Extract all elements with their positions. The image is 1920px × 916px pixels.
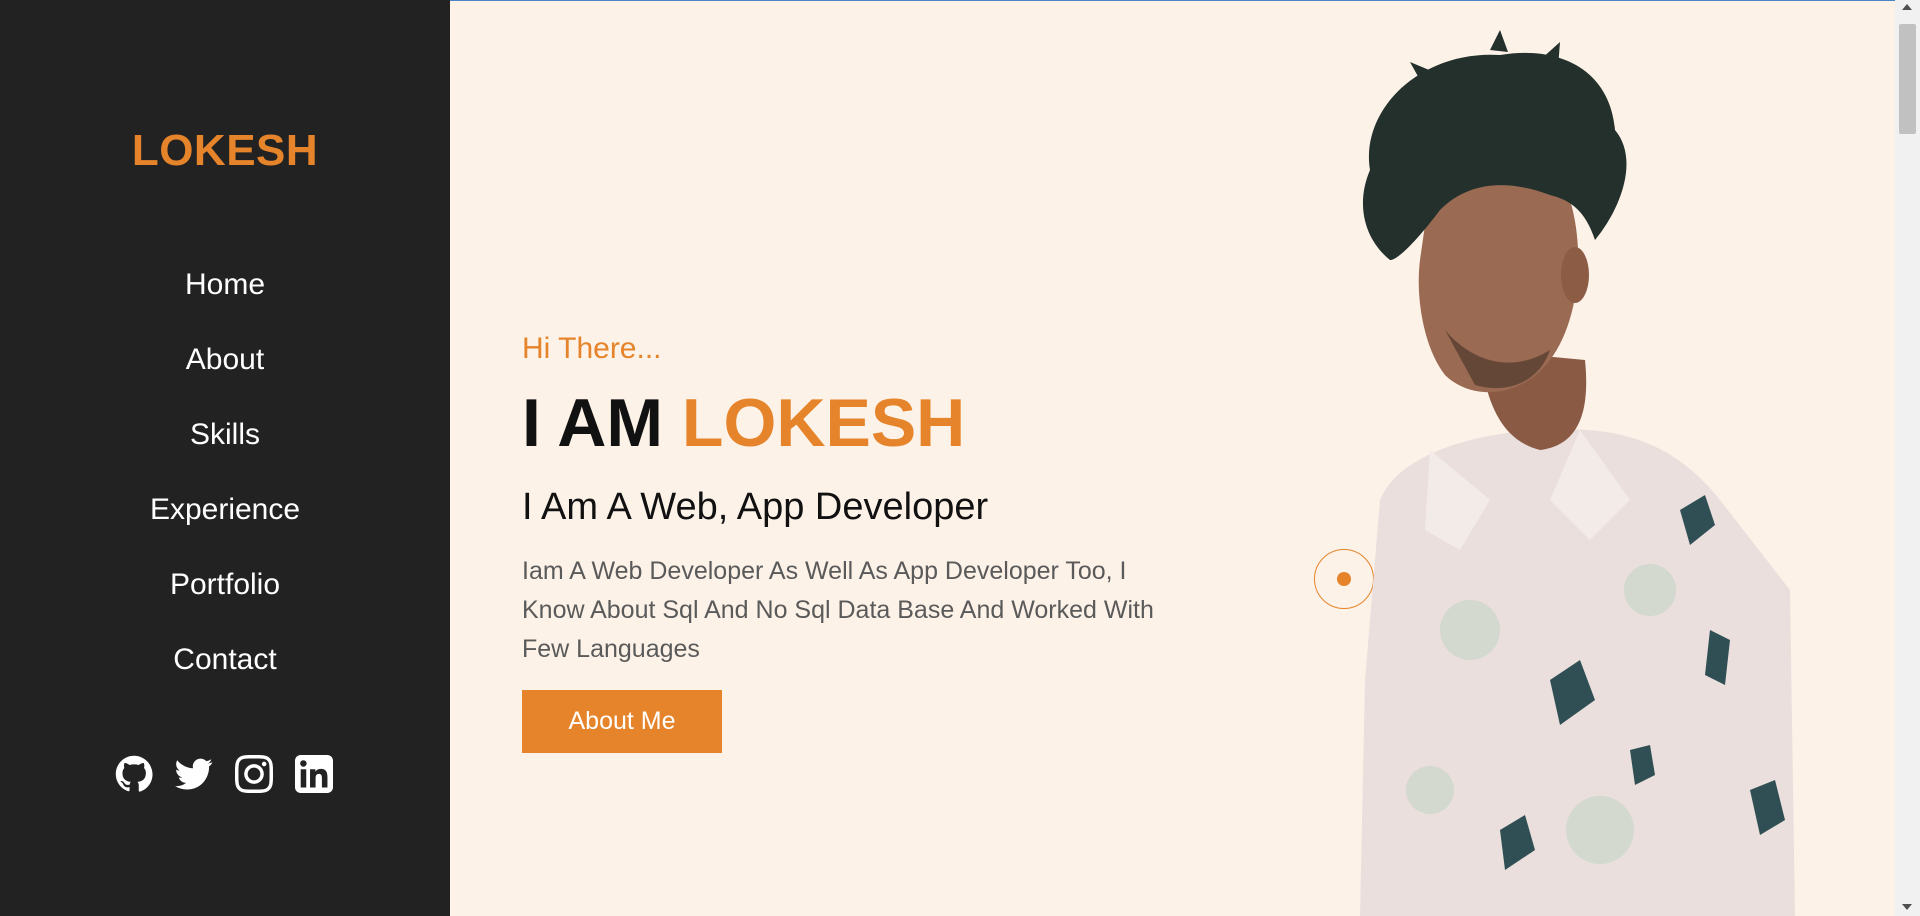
scroll-down-arrow-icon[interactable] bbox=[1902, 904, 1912, 910]
hero-description: Iam A Web Developer As Well As App Devel… bbox=[522, 557, 1154, 663]
linkedin-icon[interactable] bbox=[295, 755, 333, 793]
nav-item-skills[interactable]: Skills bbox=[0, 412, 450, 487]
scroll-up-arrow-icon[interactable] bbox=[1902, 4, 1912, 10]
hero-title-name: LOKESH bbox=[681, 385, 966, 461]
hero-title-prefix: I AM bbox=[522, 385, 664, 461]
social-links bbox=[115, 755, 333, 793]
scrollbar-thumb[interactable] bbox=[1899, 24, 1916, 134]
sidebar-nav: Home About Skills Experience Portfolio C… bbox=[0, 262, 450, 712]
hero-title: I AM LOKESH bbox=[522, 384, 965, 462]
profile-photo bbox=[1360, 30, 1795, 916]
github-icon[interactable] bbox=[115, 755, 153, 793]
nav-item-contact[interactable]: Contact bbox=[0, 637, 450, 712]
about-me-button[interactable]: About Me bbox=[522, 690, 722, 753]
nav-item-experience[interactable]: Experience bbox=[0, 487, 450, 562]
hero-subtitle: I Am A Web, App Developer bbox=[522, 486, 989, 528]
scrollbar[interactable] bbox=[1895, 0, 1920, 916]
nav-item-portfolio[interactable]: Portfolio bbox=[0, 562, 450, 637]
brand-logo[interactable]: LOKESH bbox=[0, 126, 450, 176]
sidebar: LOKESH Home About Skills Experience Port… bbox=[0, 0, 450, 916]
nav-item-home[interactable]: Home bbox=[0, 262, 450, 337]
twitter-icon[interactable] bbox=[175, 755, 213, 793]
nav-item-about[interactable]: About bbox=[0, 337, 450, 412]
hero-greeting: Hi There... bbox=[522, 332, 662, 365]
hero-section: Hi There... I AM LOKESH I Am A Web, App … bbox=[450, 0, 1895, 916]
instagram-icon[interactable] bbox=[235, 755, 273, 793]
